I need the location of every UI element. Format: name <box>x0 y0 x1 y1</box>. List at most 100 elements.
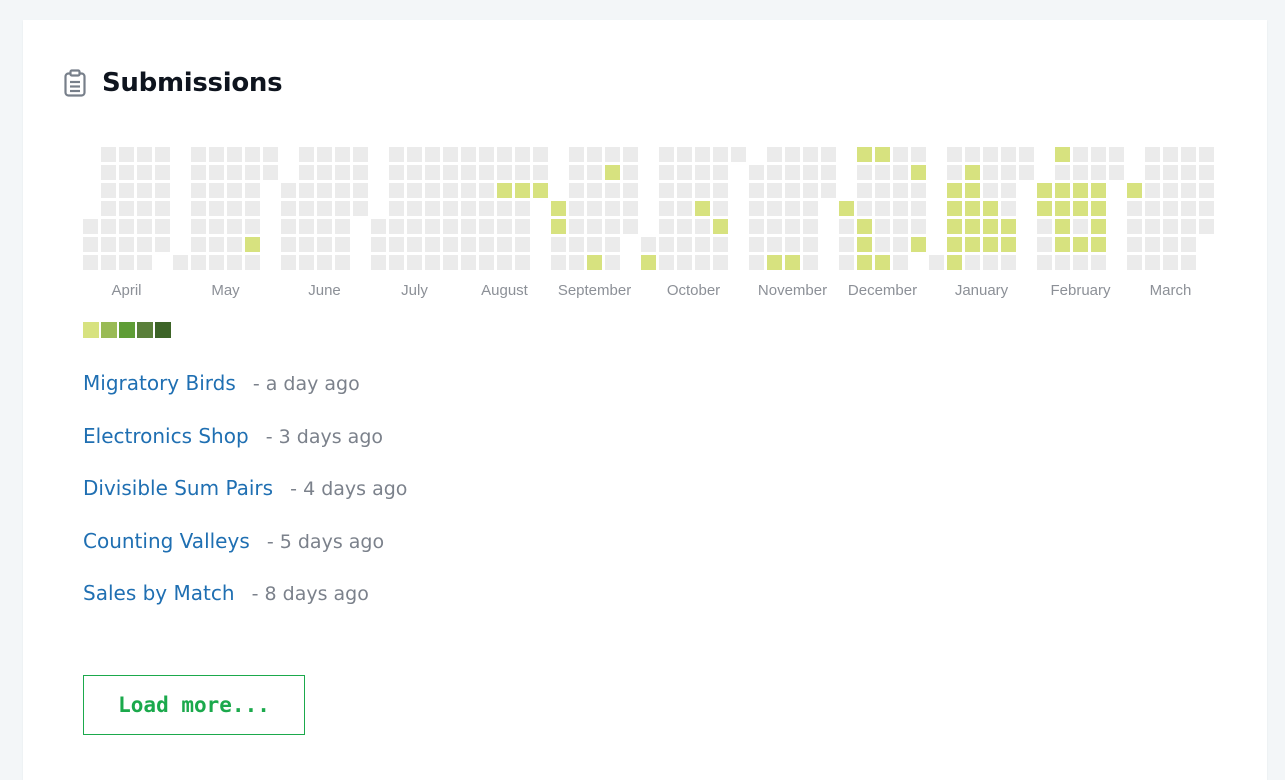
heatmap-day-cell[interactable] <box>515 255 530 270</box>
heatmap-day-cell[interactable] <box>569 165 584 180</box>
heatmap-day-cell[interactable] <box>875 237 890 252</box>
heatmap-day-cell[interactable] <box>785 201 800 216</box>
heatmap-day-cell[interactable] <box>695 255 710 270</box>
heatmap-day-cell[interactable] <box>1163 237 1178 252</box>
heatmap-day-cell[interactable] <box>875 201 890 216</box>
heatmap-day-cell[interactable] <box>515 237 530 252</box>
heatmap-day-cell[interactable] <box>911 201 926 216</box>
heatmap-day-cell[interactable] <box>605 201 620 216</box>
heatmap-day-cell[interactable] <box>407 201 422 216</box>
heatmap-day-cell[interactable] <box>839 219 854 234</box>
heatmap-day-cell[interactable] <box>839 201 854 216</box>
heatmap-day-cell[interactable] <box>911 219 926 234</box>
heatmap-day-cell[interactable] <box>1037 183 1052 198</box>
heatmap-day-cell[interactable] <box>605 165 620 180</box>
heatmap-day-cell[interactable] <box>353 183 368 198</box>
heatmap-day-cell[interactable] <box>209 165 224 180</box>
heatmap-day-cell[interactable] <box>569 255 584 270</box>
heatmap-day-cell[interactable] <box>335 147 350 162</box>
heatmap-day-cell[interactable] <box>245 165 260 180</box>
heatmap-day-cell[interactable] <box>1055 147 1070 162</box>
heatmap-day-cell[interactable] <box>587 219 602 234</box>
heatmap-day-cell[interactable] <box>893 165 908 180</box>
heatmap-day-cell[interactable] <box>1199 165 1214 180</box>
heatmap-day-cell[interactable] <box>119 147 134 162</box>
heatmap-day-cell[interactable] <box>479 255 494 270</box>
heatmap-day-cell[interactable] <box>875 183 890 198</box>
heatmap-day-cell[interactable] <box>371 219 386 234</box>
heatmap-day-cell[interactable] <box>677 255 692 270</box>
heatmap-day-cell[interactable] <box>1145 165 1160 180</box>
heatmap-day-cell[interactable] <box>1181 237 1196 252</box>
heatmap-day-cell[interactable] <box>569 219 584 234</box>
heatmap-day-cell[interactable] <box>1163 183 1178 198</box>
heatmap-day-cell[interactable] <box>461 219 476 234</box>
heatmap-day-cell[interactable] <box>947 183 962 198</box>
heatmap-day-cell[interactable] <box>929 255 944 270</box>
heatmap-day-cell[interactable] <box>677 219 692 234</box>
heatmap-day-cell[interactable] <box>1001 183 1016 198</box>
heatmap-day-cell[interactable] <box>587 147 602 162</box>
heatmap-day-cell[interactable] <box>983 237 998 252</box>
heatmap-day-cell[interactable] <box>443 183 458 198</box>
heatmap-day-cell[interactable] <box>281 255 296 270</box>
heatmap-day-cell[interactable] <box>749 237 764 252</box>
heatmap-day-cell[interactable] <box>1055 201 1070 216</box>
heatmap-day-cell[interactable] <box>227 183 242 198</box>
heatmap-day-cell[interactable] <box>1163 201 1178 216</box>
heatmap-day-cell[interactable] <box>1091 219 1106 234</box>
heatmap-day-cell[interactable] <box>605 147 620 162</box>
heatmap-day-cell[interactable] <box>1127 201 1142 216</box>
heatmap-day-cell[interactable] <box>875 147 890 162</box>
heatmap-day-cell[interactable] <box>677 237 692 252</box>
heatmap-day-cell[interactable] <box>1073 183 1088 198</box>
heatmap-day-cell[interactable] <box>839 255 854 270</box>
heatmap-day-cell[interactable] <box>461 201 476 216</box>
heatmap-day-cell[interactable] <box>191 201 206 216</box>
heatmap-day-cell[interactable] <box>1037 219 1052 234</box>
heatmap-day-cell[interactable] <box>1127 219 1142 234</box>
heatmap-day-cell[interactable] <box>119 183 134 198</box>
heatmap-day-cell[interactable] <box>605 237 620 252</box>
heatmap-day-cell[interactable] <box>317 255 332 270</box>
heatmap-day-cell[interactable] <box>425 183 440 198</box>
heatmap-day-cell[interactable] <box>515 147 530 162</box>
heatmap-day-cell[interactable] <box>533 183 548 198</box>
heatmap-day-cell[interactable] <box>317 237 332 252</box>
heatmap-day-cell[interactable] <box>1181 165 1196 180</box>
heatmap-day-cell[interactable] <box>335 237 350 252</box>
heatmap-day-cell[interactable] <box>497 165 512 180</box>
heatmap-day-cell[interactable] <box>227 219 242 234</box>
load-more-button[interactable]: Load more... <box>83 675 305 735</box>
heatmap-day-cell[interactable] <box>461 237 476 252</box>
heatmap-day-cell[interactable] <box>245 219 260 234</box>
heatmap-day-cell[interactable] <box>335 255 350 270</box>
heatmap-day-cell[interactable] <box>641 255 656 270</box>
heatmap-day-cell[interactable] <box>695 237 710 252</box>
heatmap-day-cell[interactable] <box>407 237 422 252</box>
heatmap-day-cell[interactable] <box>1091 201 1106 216</box>
heatmap-day-cell[interactable] <box>245 255 260 270</box>
heatmap-day-cell[interactable] <box>479 219 494 234</box>
heatmap-day-cell[interactable] <box>407 165 422 180</box>
heatmap-day-cell[interactable] <box>389 165 404 180</box>
heatmap-day-cell[interactable] <box>335 183 350 198</box>
heatmap-day-cell[interactable] <box>695 219 710 234</box>
heatmap-day-cell[interactable] <box>785 219 800 234</box>
heatmap-day-cell[interactable] <box>1199 219 1214 234</box>
heatmap-day-cell[interactable] <box>713 219 728 234</box>
heatmap-day-cell[interactable] <box>749 219 764 234</box>
heatmap-day-cell[interactable] <box>101 219 116 234</box>
heatmap-day-cell[interactable] <box>389 147 404 162</box>
heatmap-day-cell[interactable] <box>101 165 116 180</box>
heatmap-day-cell[interactable] <box>1127 255 1142 270</box>
heatmap-day-cell[interactable] <box>227 255 242 270</box>
heatmap-day-cell[interactable] <box>425 255 440 270</box>
heatmap-day-cell[interactable] <box>1001 147 1016 162</box>
heatmap-day-cell[interactable] <box>983 165 998 180</box>
heatmap-day-cell[interactable] <box>911 147 926 162</box>
heatmap-day-cell[interactable] <box>803 237 818 252</box>
heatmap-day-cell[interactable] <box>479 147 494 162</box>
heatmap-day-cell[interactable] <box>353 201 368 216</box>
heatmap-day-cell[interactable] <box>83 237 98 252</box>
